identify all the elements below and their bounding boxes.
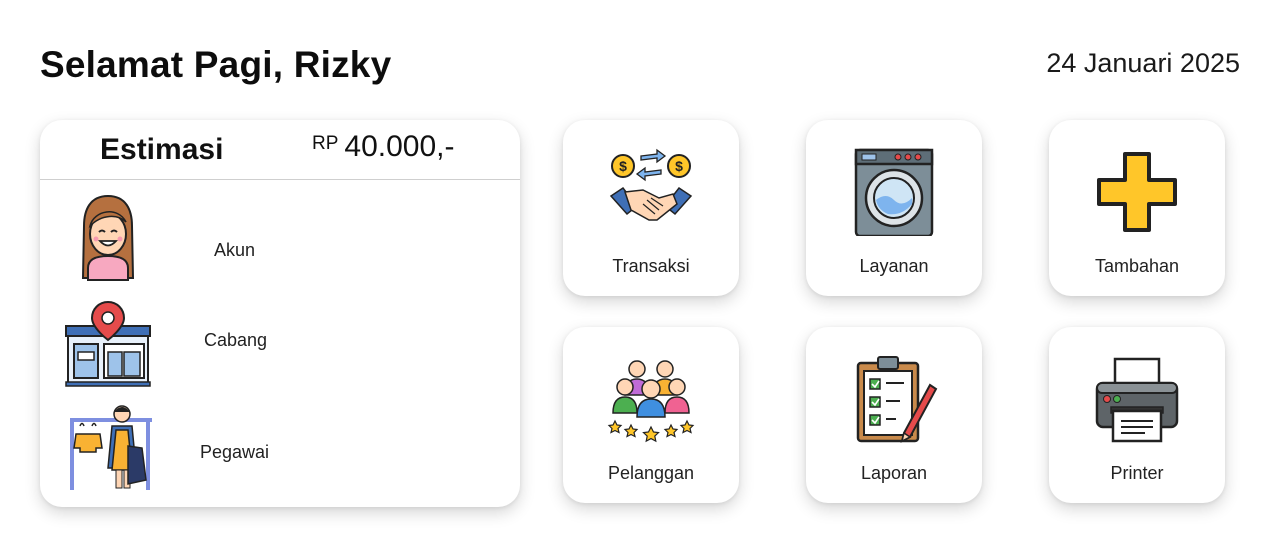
- menu-pelanggan-button[interactable]: Pelanggan: [563, 327, 739, 503]
- menu-transaksi-button[interactable]: $ $ Transaksi: [563, 120, 739, 296]
- plus-icon: [1097, 152, 1177, 232]
- estimate-header: Estimasi RP 40.000,-: [40, 120, 520, 180]
- user-avatar-icon: [81, 194, 135, 281]
- estimate-currency: RP: [312, 133, 339, 154]
- menu-label: Printer: [1110, 463, 1164, 483]
- menu-label: Transaksi: [612, 256, 690, 276]
- employee-laundry-icon: [70, 405, 152, 490]
- clipboard-report-icon: [856, 356, 938, 443]
- estimate-title: Estimasi: [100, 133, 224, 166]
- svg-text:$: $: [619, 158, 627, 174]
- estimate-item-label: Akun: [214, 240, 256, 260]
- svg-text:$: $: [675, 158, 683, 174]
- estimate-item-label: Cabang: [204, 330, 268, 350]
- menu-label: Tambahan: [1094, 256, 1180, 276]
- estimate-item-pegawai[interactable]: Pegawai: [40, 404, 520, 500]
- customers-rating-icon: [607, 360, 695, 443]
- menu-layanan-button[interactable]: Layanan: [806, 120, 982, 296]
- menu-laporan-button[interactable]: Laporan: [806, 327, 982, 503]
- estimate-item-akun[interactable]: Akun: [40, 192, 520, 288]
- estimate-item-label: Pegawai: [200, 442, 270, 462]
- store-location-icon: [65, 300, 151, 387]
- greeting-title: Selamat Pagi, Rizky: [40, 44, 392, 85]
- estimate-item-cabang[interactable]: Cabang: [40, 300, 520, 396]
- current-date: 24 Januari 2025: [1046, 48, 1240, 78]
- estimate-card: Estimasi RP 40.000,- Akun Cabang Pegawai: [40, 120, 520, 507]
- menu-label: Pelanggan: [607, 463, 695, 483]
- menu-label: Laporan: [860, 463, 928, 483]
- handshake-money-icon: $ $: [609, 148, 693, 221]
- estimate-price: RP 40.000,-: [312, 130, 455, 164]
- menu-printer-button[interactable]: Printer: [1049, 327, 1225, 503]
- estimate-amount: 40.000,-: [344, 130, 455, 163]
- menu-label: Layanan: [859, 256, 929, 276]
- washing-machine-icon: [854, 148, 934, 236]
- menu-tambahan-button[interactable]: Tambahan: [1049, 120, 1225, 296]
- printer-icon: [1095, 357, 1179, 443]
